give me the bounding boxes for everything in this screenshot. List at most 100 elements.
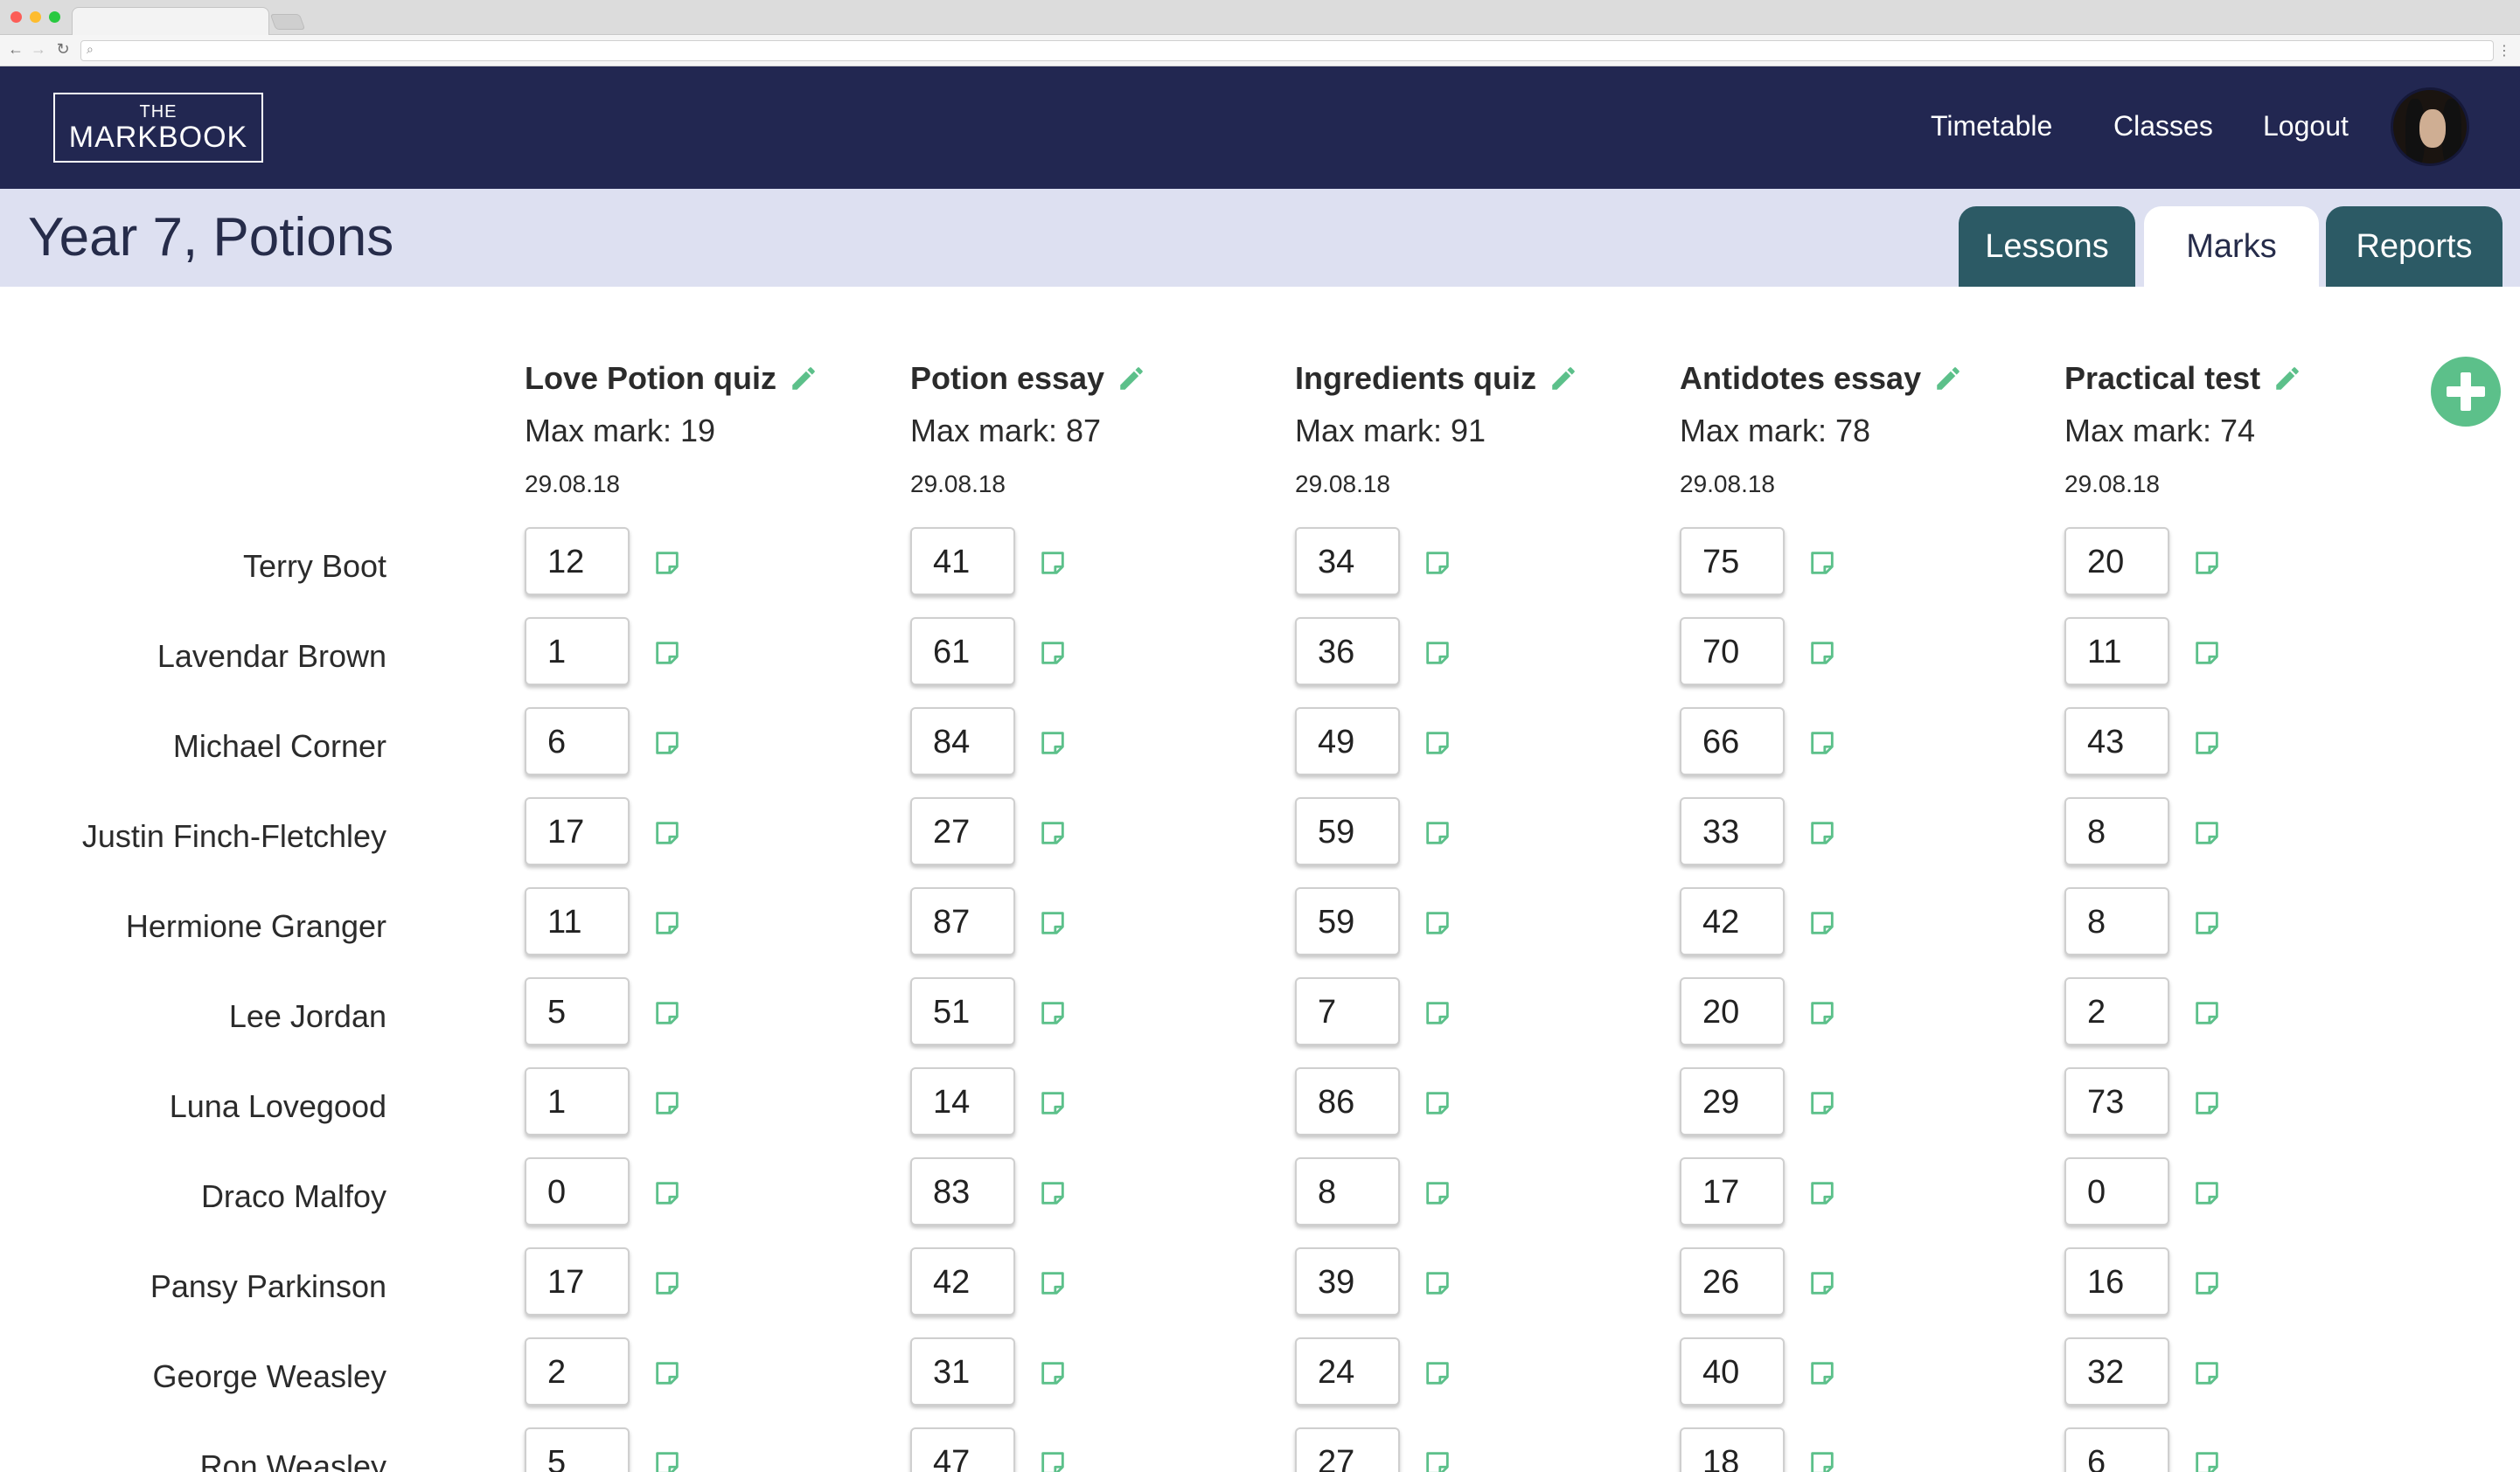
tab-marks[interactable]: Marks xyxy=(2144,206,2319,287)
note-icon[interactable] xyxy=(2192,1358,2222,1388)
mark-input[interactable]: 6 xyxy=(525,707,630,775)
mark-input[interactable]: 51 xyxy=(910,977,1015,1045)
mark-input[interactable]: 41 xyxy=(910,527,1015,595)
note-icon[interactable] xyxy=(2192,818,2222,848)
mark-input[interactable]: 12 xyxy=(525,527,630,595)
mark-input[interactable]: 17 xyxy=(525,1247,630,1316)
note-icon[interactable] xyxy=(652,1448,682,1472)
note-icon[interactable] xyxy=(652,1268,682,1298)
note-icon[interactable] xyxy=(1807,1178,1837,1208)
mark-input[interactable]: 7 xyxy=(1295,977,1400,1045)
tab-reports[interactable]: Reports xyxy=(2326,206,2503,287)
markbook-logo[interactable]: THE MARKBOOK xyxy=(53,93,263,163)
mark-input[interactable]: 43 xyxy=(2064,707,2169,775)
mark-input[interactable]: 20 xyxy=(1680,977,1785,1045)
close-window-button[interactable] xyxy=(10,11,22,23)
mark-input[interactable]: 87 xyxy=(910,887,1015,955)
maximize-window-button[interactable] xyxy=(49,11,60,23)
mark-input[interactable]: 1 xyxy=(525,617,630,685)
note-icon[interactable] xyxy=(1038,1448,1068,1472)
mark-input[interactable]: 75 xyxy=(1680,527,1785,595)
edit-pencil-icon[interactable] xyxy=(2273,364,2302,393)
note-icon[interactable] xyxy=(1807,998,1837,1028)
minimize-window-button[interactable] xyxy=(30,11,41,23)
mark-input[interactable]: 84 xyxy=(910,707,1015,775)
mark-input[interactable]: 29 xyxy=(1680,1067,1785,1135)
note-icon[interactable] xyxy=(1423,1358,1452,1388)
note-icon[interactable] xyxy=(1038,908,1068,938)
note-icon[interactable] xyxy=(1038,1268,1068,1298)
note-icon[interactable] xyxy=(2192,908,2222,938)
mark-input[interactable]: 11 xyxy=(525,887,630,955)
note-icon[interactable] xyxy=(1807,1088,1837,1118)
back-arrow-icon[interactable]: ← xyxy=(7,40,24,59)
mark-input[interactable]: 5 xyxy=(525,977,630,1045)
note-icon[interactable] xyxy=(1423,1268,1452,1298)
note-icon[interactable] xyxy=(1038,818,1068,848)
mark-input[interactable]: 20 xyxy=(2064,527,2169,595)
browser-menu-icon[interactable]: ⋮ xyxy=(2497,42,2511,59)
mark-input[interactable]: 31 xyxy=(910,1337,1015,1406)
note-icon[interactable] xyxy=(1807,1448,1837,1472)
edit-pencil-icon[interactable] xyxy=(789,364,818,393)
mark-input[interactable]: 26 xyxy=(1680,1247,1785,1316)
mark-input[interactable]: 8 xyxy=(2064,887,2169,955)
mark-input[interactable]: 8 xyxy=(1295,1157,1400,1226)
note-icon[interactable] xyxy=(1038,998,1068,1028)
note-icon[interactable] xyxy=(1423,638,1452,668)
address-bar[interactable]: ⌕ xyxy=(80,40,2494,61)
mark-input[interactable]: 59 xyxy=(1295,797,1400,865)
note-icon[interactable] xyxy=(2192,638,2222,668)
nav-classes-link[interactable]: Classes xyxy=(2113,110,2213,142)
note-icon[interactable] xyxy=(1807,1268,1837,1298)
note-icon[interactable] xyxy=(1038,728,1068,758)
mark-input[interactable]: 0 xyxy=(525,1157,630,1226)
note-icon[interactable] xyxy=(1423,1178,1452,1208)
mark-input[interactable]: 59 xyxy=(1295,887,1400,955)
note-icon[interactable] xyxy=(2192,548,2222,578)
mark-input[interactable]: 8 xyxy=(2064,797,2169,865)
reload-icon[interactable]: ↻ xyxy=(54,40,72,59)
note-icon[interactable] xyxy=(652,998,682,1028)
mark-input[interactable]: 32 xyxy=(2064,1337,2169,1406)
mark-input[interactable]: 86 xyxy=(1295,1067,1400,1135)
note-icon[interactable] xyxy=(1807,638,1837,668)
note-icon[interactable] xyxy=(1807,1358,1837,1388)
user-avatar[interactable] xyxy=(2391,87,2469,166)
mark-input[interactable]: 27 xyxy=(910,797,1015,865)
mark-input[interactable]: 27 xyxy=(1295,1427,1400,1472)
note-icon[interactable] xyxy=(1423,818,1452,848)
note-icon[interactable] xyxy=(2192,1268,2222,1298)
note-icon[interactable] xyxy=(652,548,682,578)
note-icon[interactable] xyxy=(652,638,682,668)
note-icon[interactable] xyxy=(2192,1178,2222,1208)
browser-tab[interactable] xyxy=(72,7,269,36)
mark-input[interactable]: 83 xyxy=(910,1157,1015,1226)
mark-input[interactable]: 36 xyxy=(1295,617,1400,685)
edit-pencil-icon[interactable] xyxy=(1117,364,1146,393)
note-icon[interactable] xyxy=(1038,638,1068,668)
mark-input[interactable]: 39 xyxy=(1295,1247,1400,1316)
mark-input[interactable]: 16 xyxy=(2064,1247,2169,1316)
note-icon[interactable] xyxy=(652,818,682,848)
note-icon[interactable] xyxy=(652,908,682,938)
mark-input[interactable]: 5 xyxy=(525,1427,630,1472)
mark-input[interactable]: 70 xyxy=(1680,617,1785,685)
mark-input[interactable]: 33 xyxy=(1680,797,1785,865)
mark-input[interactable]: 73 xyxy=(2064,1067,2169,1135)
edit-pencil-icon[interactable] xyxy=(1933,364,1963,393)
mark-input[interactable]: 49 xyxy=(1295,707,1400,775)
note-icon[interactable] xyxy=(652,1088,682,1118)
note-icon[interactable] xyxy=(1038,1178,1068,1208)
mark-input[interactable]: 11 xyxy=(2064,617,2169,685)
note-icon[interactable] xyxy=(1423,548,1452,578)
mark-input[interactable]: 2 xyxy=(2064,977,2169,1045)
note-icon[interactable] xyxy=(1423,1448,1452,1472)
new-tab-button[interactable] xyxy=(269,14,306,30)
note-icon[interactable] xyxy=(1807,908,1837,938)
note-icon[interactable] xyxy=(652,1178,682,1208)
nav-logout-link[interactable]: Logout xyxy=(2263,110,2349,142)
tab-lessons[interactable]: Lessons xyxy=(1959,206,2135,287)
mark-input[interactable]: 47 xyxy=(910,1427,1015,1472)
mark-input[interactable]: 24 xyxy=(1295,1337,1400,1406)
